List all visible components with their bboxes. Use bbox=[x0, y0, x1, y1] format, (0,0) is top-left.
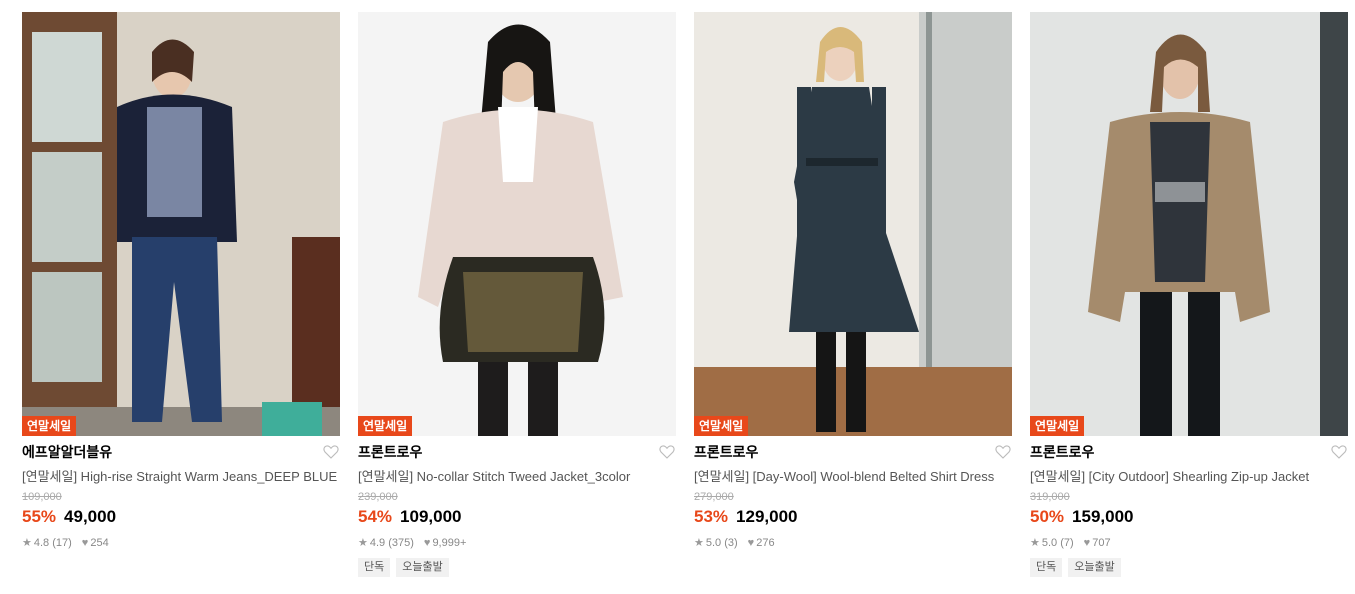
like-count: 254 bbox=[90, 537, 109, 549]
product-title[interactable]: [연말세일] [City Outdoor] Shearling Zip-up J… bbox=[1030, 468, 1348, 486]
sale-price: 159,000 bbox=[1072, 507, 1134, 526]
discount-rate: 53% bbox=[694, 507, 729, 526]
heart-filled-icon: ♥ bbox=[81, 537, 89, 549]
product-meta: ★ 4.8 (17) ♥ 254 bbox=[22, 536, 340, 550]
tag-today-shipping: 오늘출발 bbox=[1068, 558, 1121, 577]
sale-badge: 연말세일 bbox=[358, 416, 413, 436]
product-card[interactable]: 연말세일 프론트로우 [연말세일] No-collar Stitch Tweed… bbox=[358, 12, 676, 577]
heart-filled-icon: ♥ bbox=[1083, 537, 1091, 549]
product-photo-jeans bbox=[22, 12, 340, 436]
product-meta: ★ 4.9 (375) ♥ 9,999+ bbox=[358, 536, 676, 550]
product-photo-tweed-jacket bbox=[358, 12, 676, 436]
tag-list: 단독 오늘출발 bbox=[358, 558, 676, 577]
original-price: 279,000 bbox=[694, 491, 734, 503]
like-count: 9,999+ bbox=[432, 537, 467, 549]
product-photo-shearling-jacket bbox=[1030, 12, 1348, 436]
tag-today-shipping: 오늘출발 bbox=[396, 558, 449, 577]
heart-filled-icon: ♥ bbox=[423, 537, 431, 549]
product-meta: ★ 5.0 (7) ♥ 707 bbox=[1030, 536, 1348, 550]
product-card[interactable]: 연말세일 에프알알더블유 [연말세일] High-rise Straight W… bbox=[22, 12, 340, 577]
product-title[interactable]: [연말세일] No-collar Stitch Tweed Jacket_3co… bbox=[358, 468, 676, 486]
product-meta: ★ 5.0 (3) ♥ 276 bbox=[694, 536, 1012, 550]
product-image[interactable]: 연말세일 bbox=[22, 12, 340, 436]
product-card[interactable]: 연말세일 프론트로우 [연말세일] [Day-Wool] Wool-blend … bbox=[694, 12, 1012, 577]
product-photo-shirt-dress bbox=[694, 12, 1012, 436]
tag-list: 단독 오늘출발 bbox=[1030, 558, 1348, 577]
heart-outline-icon[interactable] bbox=[322, 443, 340, 461]
discount-rate: 50% bbox=[1030, 507, 1065, 526]
sale-badge: 연말세일 bbox=[22, 416, 77, 436]
brand-name[interactable]: 에프알알더블유 bbox=[22, 442, 112, 462]
heart-filled-icon: ♥ bbox=[747, 537, 755, 549]
sale-price: 49,000 bbox=[64, 507, 117, 526]
like-count: 707 bbox=[1092, 537, 1111, 549]
like-count: 276 bbox=[756, 537, 775, 549]
product-title[interactable]: [연말세일] [Day-Wool] Wool-blend Belted Shir… bbox=[694, 468, 1012, 486]
product-image[interactable]: 연말세일 bbox=[694, 12, 1012, 436]
tag-exclusive: 단독 bbox=[1030, 558, 1063, 577]
brand-name[interactable]: 프론트로우 bbox=[694, 442, 758, 462]
original-price: 109,000 bbox=[22, 491, 62, 503]
brand-name[interactable]: 프론트로우 bbox=[1030, 442, 1094, 462]
product-card[interactable]: 연말세일 프론트로우 [연말세일] [City Outdoor] Shearli… bbox=[1030, 12, 1348, 577]
product-image[interactable]: 연말세일 bbox=[358, 12, 676, 436]
sale-price: 129,000 bbox=[736, 507, 798, 526]
rating: 5.0 (7) bbox=[1041, 537, 1074, 549]
product-image[interactable]: 연말세일 bbox=[1030, 12, 1348, 436]
discount-rate: 55% bbox=[22, 507, 57, 526]
heart-outline-icon[interactable] bbox=[1330, 443, 1348, 461]
sale-price: 109,000 bbox=[400, 507, 462, 526]
sale-badge: 연말세일 bbox=[694, 416, 749, 436]
rating: 5.0 (3) bbox=[705, 537, 738, 549]
rating: 4.9 (375) bbox=[369, 537, 414, 549]
discount-rate: 54% bbox=[358, 507, 393, 526]
tag-exclusive: 단독 bbox=[358, 558, 391, 577]
original-price: 319,000 bbox=[1030, 491, 1070, 503]
star-icon: ★ bbox=[1030, 537, 1040, 549]
brand-name[interactable]: 프론트로우 bbox=[358, 442, 422, 462]
product-grid: 연말세일 에프알알더블유 [연말세일] High-rise Straight W… bbox=[22, 12, 1348, 577]
sale-badge: 연말세일 bbox=[1030, 416, 1085, 436]
heart-outline-icon[interactable] bbox=[658, 443, 676, 461]
original-price: 239,000 bbox=[358, 491, 398, 503]
product-title[interactable]: [연말세일] High-rise Straight Warm Jeans_DEE… bbox=[22, 468, 340, 486]
star-icon: ★ bbox=[22, 537, 32, 549]
star-icon: ★ bbox=[694, 537, 704, 549]
heart-outline-icon[interactable] bbox=[994, 443, 1012, 461]
star-icon: ★ bbox=[358, 537, 368, 549]
rating: 4.8 (17) bbox=[33, 537, 72, 549]
